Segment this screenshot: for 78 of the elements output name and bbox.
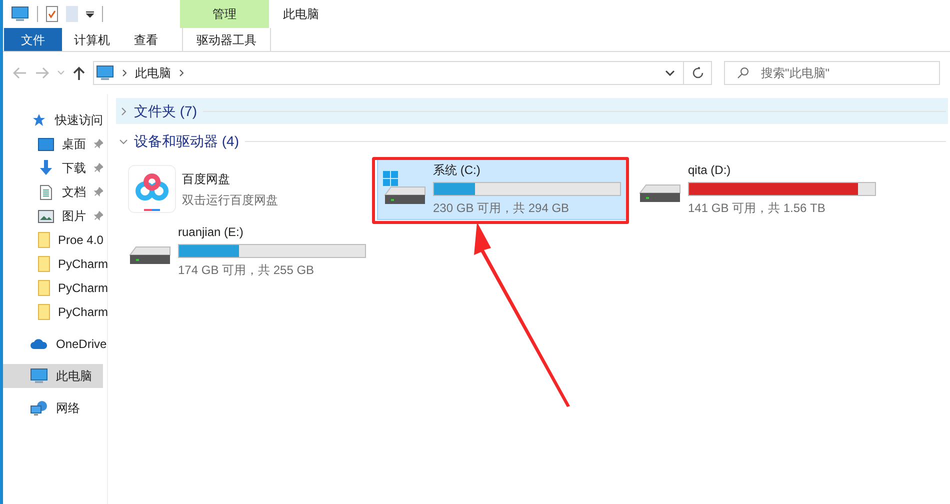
search-icon [737,67,749,79]
computer-icon [30,368,48,384]
dropdown-chevron-icon[interactable] [665,70,675,76]
sidebar-label: PyCharm [58,280,108,297]
app-tile[interactable]: 百度网盘 双击运行百度网盘 [122,158,372,220]
sidebar-label: 下载 [62,160,86,177]
sidebar-label: 快速访问 [55,112,103,129]
sidebar-item[interactable]: 网络 [3,396,103,420]
computer-icon [11,6,29,22]
sidebar-item[interactable]: 此电脑 [3,364,103,388]
sidebar-label: 网络 [56,400,81,417]
drive-tile[interactable]: ruanjian (E:) 174 GB 可用，共 255 GB [122,220,372,282]
pin-icon[interactable] [94,163,103,173]
chevron-right-icon [119,106,128,116]
document-icon [40,184,52,200]
drive-tile[interactable]: 系统 (C:) 230 GB 可用，共 294 GB [377,158,627,220]
up-arrow-icon[interactable] [73,66,85,80]
sidebar-label: PyCharm [58,256,108,273]
dropdown-icon[interactable] [86,10,94,18]
chevron-icon[interactable] [179,69,184,77]
search-placeholder: 搜索"此电脑" [761,65,830,82]
sidebar-label: 此电脑 [56,368,93,385]
sidebar-item[interactable]: 图片 [3,204,103,228]
sidebar-item[interactable]: 文档 [3,180,103,204]
window-title: 此电脑 [283,6,319,23]
item-name: 百度网盘 [182,170,231,188]
search-field[interactable]: 搜索"此电脑" [724,61,940,85]
star-icon [32,113,46,127]
forward-arrow-icon[interactable] [35,67,49,79]
image-icon [38,210,54,222]
group-header[interactable]: 设备和驱动器 (4) [116,128,948,154]
folder-icon [38,256,50,272]
context-group-header: 管理 [180,0,269,28]
folder-icon [38,304,50,320]
ribbon-tab[interactable]: 查看 [122,28,170,51]
sidebar-label: OneDrive [56,336,107,353]
pin-icon[interactable] [94,187,103,197]
folder-icon [38,280,50,296]
refresh-icon [692,67,704,79]
sidebar-label: PyCharm [58,304,108,321]
item-detail: 174 GB 可用，共 255 GB [178,262,316,279]
ribbon-tab[interactable]: 计算机 [62,28,122,51]
back-arrow-icon[interactable] [13,67,27,79]
item-name: ruanjian (E:) [178,224,244,241]
ribbon-tab[interactable]: 文件 [4,28,62,51]
sidebar-item[interactable]: 桌面 [3,132,103,156]
app-cloud-logo-icon [128,165,176,213]
recent-dropdown-icon[interactable] [57,70,65,76]
chevron-icon [122,69,127,77]
drive-tile[interactable]: qita (D:) 141 GB 可用，共 1.56 TB [632,158,882,220]
download-arrow-icon [38,160,54,176]
address-bar[interactable]: 此电脑 [93,61,712,85]
computer-icon [96,65,114,81]
sidebar-label: Proe 4.0 [58,232,104,249]
network-icon [30,400,48,416]
item-detail: 230 GB 可用，共 294 GB [433,200,570,217]
sidebar-item[interactable]: 下载 [3,156,103,180]
sidebar-label: 图片 [62,208,86,225]
cloud-icon [30,338,48,350]
item-detail: 双击运行百度网盘 [182,192,279,208]
chevron-down-icon [119,136,128,146]
pin-icon[interactable] [94,139,103,149]
breadcrumb[interactable]: 此电脑 [135,64,171,82]
properties-icon[interactable] [46,6,58,22]
pin-icon[interactable] [94,211,103,221]
ribbon-tab[interactable]: 驱动器工具 [182,28,271,51]
desktop-icon [38,138,54,150]
item-name: qita (D:) [688,162,732,179]
item-name: 系统 (C:) [433,162,482,179]
item-detail: 141 GB 可用，共 1.56 TB [688,200,826,217]
sidebar-label: 桌面 [62,136,86,153]
sidebar-item[interactable]: 快速访问 [3,108,103,132]
group-title: 设备和驱动器 (4) [134,132,239,151]
sidebar-item[interactable]: Proe 4.0 [3,228,103,252]
group-header[interactable]: 文件夹 (7) [116,98,948,124]
folder-icon [38,232,50,248]
sidebar-label: 文档 [62,184,86,201]
group-title: 文件夹 (7) [134,102,197,121]
